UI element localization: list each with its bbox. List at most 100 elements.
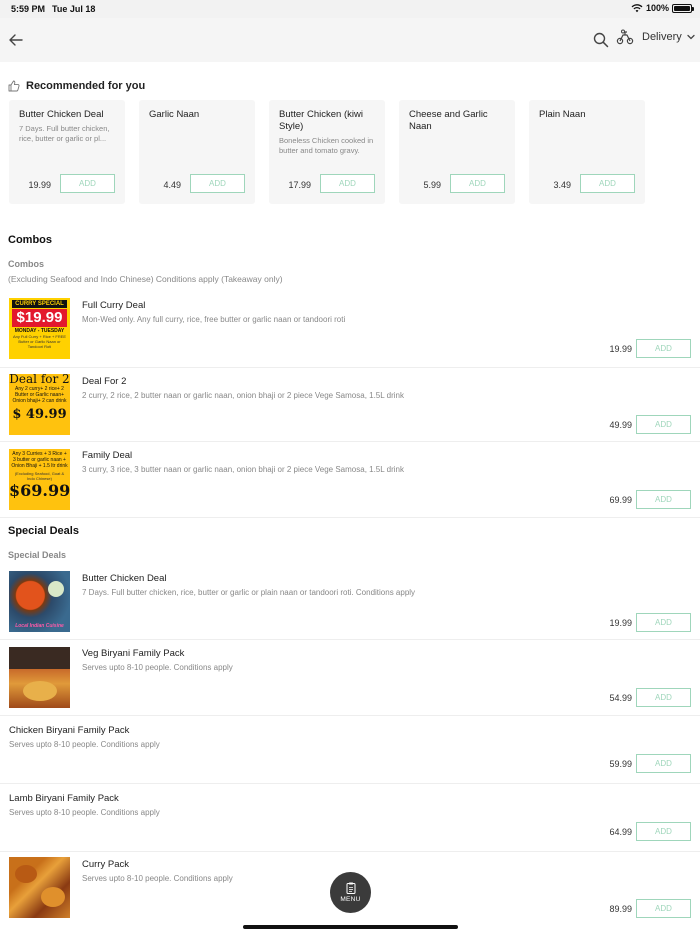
add-button[interactable]: ADD	[636, 415, 691, 434]
menu-item-family-deal[interactable]: Any 3 Curries + 3 Rice + 3 butter or gar…	[0, 442, 700, 518]
item-desc: Mon-Wed only. Any full curry, rice, free…	[82, 315, 346, 324]
add-button[interactable]: ADD	[320, 174, 375, 193]
full-curry-deal-image: CURRY SPECIAL $19.99 MONDAY - TUESDAY An…	[9, 298, 70, 359]
menu-item-lamb-biryani-family-pack[interactable]: Lamb Biryani Family Pack Serves upto 8-1…	[0, 784, 700, 852]
item-desc: Serves upto 8-10 people. Conditions appl…	[9, 740, 160, 749]
status-date: Tue Jul 18	[52, 4, 96, 14]
menu-button[interactable]: MENU	[330, 872, 371, 913]
item-desc: 3 curry, 3 rice, 3 butter naan or garlic…	[82, 465, 404, 474]
thumb-headline: CURRY SPECIAL	[12, 300, 67, 308]
add-button[interactable]: ADD	[636, 822, 691, 841]
rec-item-price: 4.49	[163, 180, 181, 190]
item-name: Butter Chicken Deal	[82, 573, 167, 584]
thumb-price: $ 49.99	[12, 407, 67, 422]
add-button[interactable]: ADD	[580, 174, 635, 193]
item-desc: 7 Days. Full butter chicken, rice, butte…	[82, 588, 416, 597]
chevron-down-icon	[687, 34, 695, 40]
add-button[interactable]: ADD	[450, 174, 505, 193]
battery-icon	[672, 3, 694, 13]
thumb-line: Any Full Curry + Rice + FREE Butter or G…	[12, 334, 67, 349]
thumbs-up-icon	[8, 80, 20, 92]
recommended-card[interactable]: Cheese and Garlic Naan 5.99 ADD	[399, 100, 515, 204]
item-name: Full Curry Deal	[82, 300, 146, 311]
item-desc: Serves upto 8-10 people. Conditions appl…	[82, 663, 233, 672]
recommended-card[interactable]: Butter Chicken (kiwi Style) Boneless Chi…	[269, 100, 385, 204]
status-right: 100%	[631, 3, 694, 13]
add-button[interactable]: ADD	[190, 174, 245, 193]
home-indicator	[243, 925, 458, 929]
item-price: 64.99	[609, 827, 632, 837]
item-desc: Serves upto 8-10 people. Conditions appl…	[82, 874, 233, 883]
item-price: 19.99	[609, 618, 632, 628]
item-price: 69.99	[609, 495, 632, 505]
item-name: Lamb Biryani Family Pack	[9, 793, 119, 804]
recommended-card[interactable]: Plain Naan 3.49 ADD	[529, 100, 645, 204]
combos-section-title: Combos	[8, 234, 52, 246]
recommended-card[interactable]: Butter Chicken Deal 7 Days. Full butter …	[9, 100, 125, 204]
thumb-sub: (Excluding Seafood, Goat & Indo Chinese)	[14, 471, 65, 481]
add-button[interactable]: ADD	[636, 754, 691, 773]
family-deal-image: Any 3 Curries + 3 Rice + 3 butter or gar…	[9, 449, 70, 510]
search-icon[interactable]	[592, 31, 610, 49]
arrow-left-icon[interactable]	[6, 30, 26, 50]
rec-item-price: 17.99	[288, 180, 311, 190]
recommended-list: Butter Chicken Deal 7 Days. Full butter …	[9, 100, 645, 204]
status-bar: 5:59 PM Tue Jul 18 100%	[0, 0, 700, 18]
add-button[interactable]: ADD	[636, 899, 691, 918]
menu-item-veg-biryani-family-pack[interactable]: Veg Biryani Family Pack Serves upto 8-10…	[0, 640, 700, 716]
menu-item-full-curry-deal[interactable]: CURRY SPECIAL $19.99 MONDAY - TUESDAY An…	[0, 290, 700, 368]
rec-item-price: 5.99	[423, 180, 441, 190]
status-time: 5:59 PM	[11, 4, 46, 14]
item-name: Chicken Biryani Family Pack	[9, 725, 130, 736]
item-name: Veg Biryani Family Pack	[82, 648, 185, 659]
special-deals-subtitle: Special Deals	[8, 550, 67, 560]
add-button[interactable]: ADD	[636, 339, 691, 358]
item-price: 54.99	[609, 693, 632, 703]
wifi-icon	[631, 4, 643, 13]
scooter-icon	[616, 29, 634, 45]
thumb-price: $69.99	[9, 481, 70, 500]
combos-subtitle: Combos	[8, 259, 44, 269]
recommended-header: Recommended for you	[8, 80, 145, 92]
add-button[interactable]: ADD	[60, 174, 115, 193]
thumb-price: $19.99	[12, 309, 67, 327]
add-button[interactable]: ADD	[636, 613, 691, 632]
menu-button-label: MENU	[340, 896, 361, 903]
thumb-headline: Deal for 2	[9, 374, 70, 386]
menu-item-chicken-biryani-family-pack[interactable]: Chicken Biryani Family Pack Serves upto …	[0, 716, 700, 784]
recommended-title: Recommended for you	[26, 80, 146, 92]
item-name: Deal For 2	[82, 376, 127, 387]
rec-item-name: Garlic Naan	[149, 109, 200, 120]
delivery-label: Delivery	[642, 31, 682, 43]
recommended-card[interactable]: Garlic Naan 4.49 ADD	[139, 100, 255, 204]
item-price: 49.99	[609, 420, 632, 430]
thumb-line: Any 2 curry+ 2 rice+ 2 Butter or Garlic …	[12, 386, 67, 404]
curry-pack-image	[9, 857, 70, 918]
item-name: Curry Pack	[82, 859, 129, 870]
delivery-selector[interactable]: Delivery	[616, 29, 696, 45]
item-name: Family Deal	[82, 450, 133, 461]
rec-item-name: Butter Chicken Deal	[19, 109, 104, 120]
add-button[interactable]: ADD	[636, 490, 691, 509]
special-deals-section-title: Special Deals	[8, 525, 79, 537]
rec-item-desc: 7 Days. Full butter chicken, rice, butte…	[19, 124, 110, 143]
deal-for-2-image: Deal for 2 Any 2 curry+ 2 rice+ 2 Butter…	[9, 374, 70, 435]
battery-percent: 100%	[645, 3, 669, 13]
combos-note: (Excluding Seafood and Indo Chinese) Con…	[8, 274, 283, 284]
veg-biryani-image	[9, 647, 70, 708]
thumb-text: Local Indian Cuisine	[15, 623, 64, 629]
menu-item-deal-for-2[interactable]: Deal for 2 Any 2 curry+ 2 rice+ 2 Butter…	[0, 368, 700, 442]
item-desc: Serves upto 8-10 people. Conditions appl…	[9, 808, 160, 817]
rec-item-desc: Boneless Chicken cooked in butter and to…	[279, 136, 374, 155]
menu-item-butter-chicken-deal[interactable]: Local Indian Cuisine Butter Chicken Deal…	[0, 564, 700, 640]
rec-item-name: Cheese and Garlic Naan	[409, 109, 488, 132]
clipboard-icon	[346, 882, 355, 894]
thumb-line: Any 3 Curries + 3 Rice + 3 butter or gar…	[11, 451, 68, 469]
top-bar: Delivery	[0, 18, 700, 62]
rec-item-name: Butter Chicken (kiwi Style)	[279, 109, 363, 132]
butter-chicken-deal-image: Local Indian Cuisine	[9, 571, 70, 632]
rec-item-name: Plain Naan	[539, 109, 586, 120]
add-button[interactable]: ADD	[636, 688, 691, 707]
item-desc: 2 curry, 2 rice, 2 butter naan or garlic…	[82, 391, 404, 400]
item-price: 89.99	[609, 904, 632, 914]
